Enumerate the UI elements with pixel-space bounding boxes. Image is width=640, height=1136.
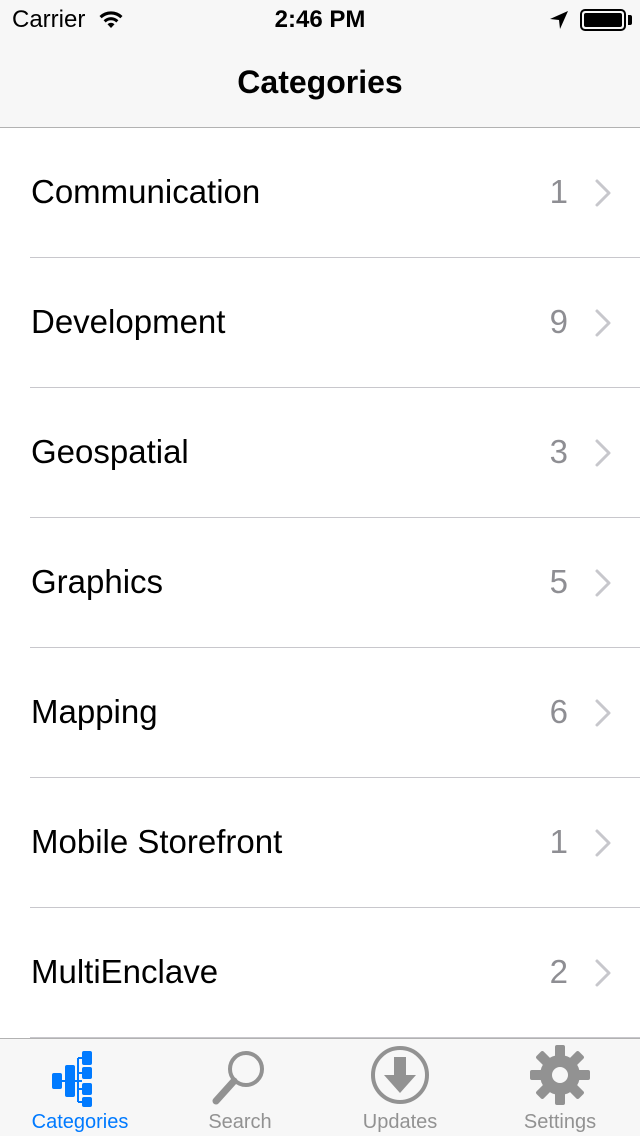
- battery-level: [584, 13, 622, 27]
- tab-label: Categories: [31, 1111, 129, 1133]
- chevron-right-icon: [595, 959, 611, 987]
- page-title: Categories: [237, 64, 403, 100]
- category-label: Geospatial: [31, 433, 189, 470]
- tab-label: Search: [208, 1111, 272, 1133]
- category-list[interactable]: Communication 1 Development 9 Geospatial…: [0, 128, 640, 1038]
- tab-label: Updates: [362, 1111, 438, 1133]
- category-row-geospatial[interactable]: Geospatial 3: [0, 388, 640, 518]
- category-count: 5: [549, 563, 568, 600]
- category-count: 3: [549, 433, 568, 470]
- category-label: MultiEnclave: [31, 953, 219, 990]
- category-label: Development: [31, 303, 226, 340]
- category-row-communication[interactable]: Communication 1: [0, 128, 640, 258]
- tab-updates[interactable]: Updates: [320, 1039, 480, 1136]
- category-row-multienclave[interactable]: MultiEnclave 2: [0, 908, 640, 1038]
- location-arrow-icon: [550, 11, 568, 29]
- chevron-right-icon: [595, 179, 611, 207]
- category-row-mobile-storefront[interactable]: Mobile Storefront 1: [0, 778, 640, 908]
- category-label: Communication: [31, 173, 261, 210]
- battery-tip: [628, 15, 632, 25]
- category-label: Mobile Storefront: [31, 823, 283, 860]
- chevron-right-icon: [595, 699, 611, 727]
- category-label: Mapping: [31, 693, 158, 730]
- category-count: 9: [549, 303, 568, 340]
- category-count: 2: [549, 953, 568, 990]
- download-circle-icon: [371, 1046, 429, 1104]
- tab-settings[interactable]: Settings: [480, 1039, 640, 1136]
- category-row-development[interactable]: Development 9: [0, 258, 640, 388]
- chevron-right-icon: [595, 439, 611, 467]
- gear-icon: [530, 1045, 590, 1105]
- category-row-graphics[interactable]: Graphics 5: [0, 518, 640, 648]
- chevron-right-icon: [595, 829, 611, 857]
- tab-categories[interactable]: Categories: [0, 1039, 160, 1136]
- tab-label: Settings: [523, 1111, 597, 1133]
- category-count: 6: [549, 693, 568, 730]
- category-label: Graphics: [31, 563, 164, 600]
- tab-search[interactable]: Search: [160, 1039, 320, 1136]
- category-count: 1: [549, 173, 568, 210]
- chevron-right-icon: [595, 569, 611, 597]
- tree-icon: [52, 1051, 92, 1107]
- category-count: 1: [549, 823, 568, 860]
- tab-bar: Categories Search Updates Settings: [0, 1038, 640, 1136]
- status-time: 2:46 PM: [274, 6, 366, 33]
- status-bar: Carrier 2:46 PM: [0, 0, 640, 40]
- category-row-mapping[interactable]: Mapping 6: [0, 648, 640, 778]
- chevron-right-icon: [595, 309, 611, 337]
- navigation-header: Carrier 2:46 PM Categories: [0, 0, 640, 128]
- battery-icon: [580, 9, 626, 31]
- magnifier-icon: [212, 1051, 264, 1105]
